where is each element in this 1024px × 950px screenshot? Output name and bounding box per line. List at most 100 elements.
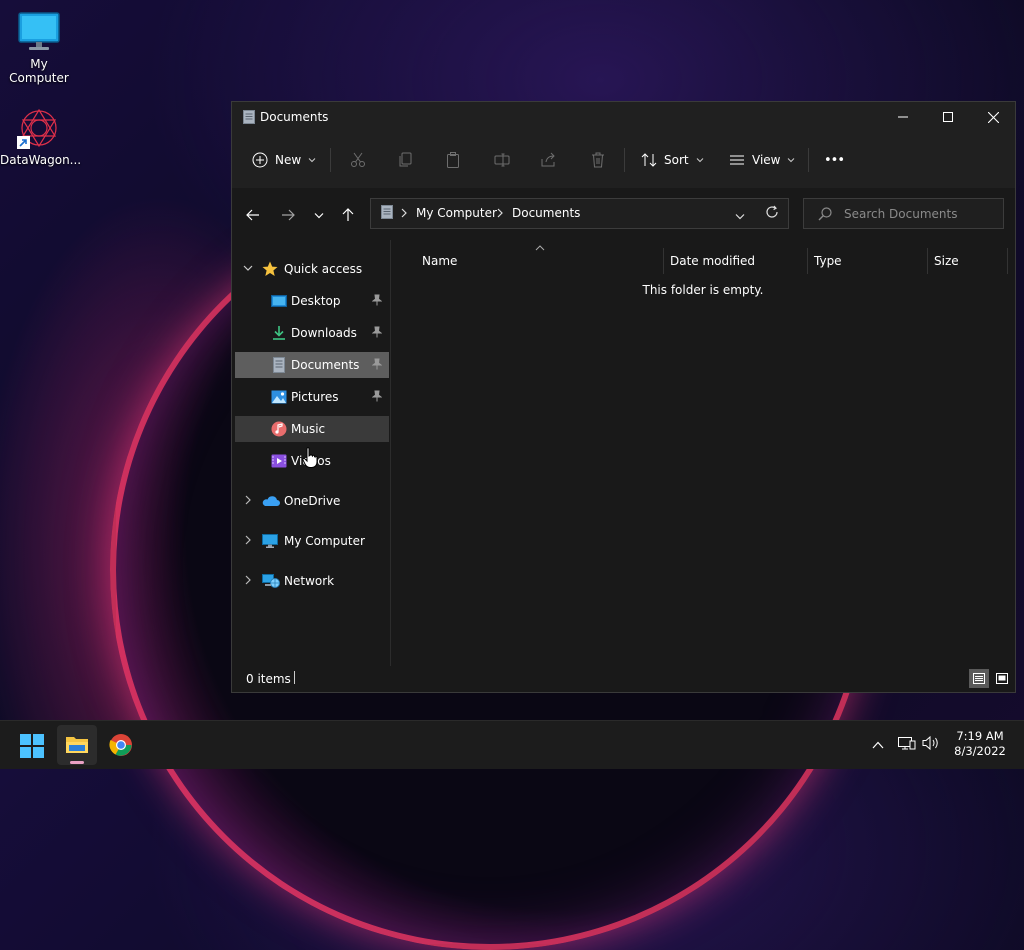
desktop-icon-my-computer[interactable]: My Computer — [0, 10, 78, 85]
sort-button[interactable]: Sort — [641, 132, 704, 188]
minimize-icon — [898, 116, 908, 118]
plus-circle-icon — [252, 152, 268, 168]
recent-locations-button[interactable] — [308, 204, 330, 226]
search-input[interactable] — [842, 205, 996, 223]
file-explorer-taskbar-button[interactable] — [57, 725, 97, 765]
empty-folder-message: This folder is empty. — [642, 283, 764, 297]
address-row: My Computer Documents — [232, 188, 1015, 240]
column-header-date-modified[interactable]: Date modified — [663, 248, 807, 274]
breadcrumb-documents[interactable]: Documents — [512, 206, 580, 220]
column-label: Date modified — [670, 254, 756, 268]
chevron-right-icon[interactable] — [243, 534, 253, 546]
chrome-icon[interactable] — [109, 733, 133, 760]
details-view-button[interactable] — [969, 669, 989, 688]
large-icons-view-icon — [996, 673, 1008, 684]
clock[interactable]: 7:19 AM 8/3/2022 — [944, 729, 1016, 759]
chevron-down-icon — [788, 158, 795, 163]
breadcrumb-my-computer[interactable]: My Computer — [416, 206, 497, 220]
address-history-button[interactable] — [735, 209, 745, 223]
search-icon — [818, 207, 832, 224]
refresh-button[interactable] — [765, 205, 779, 222]
new-button[interactable]: New — [252, 132, 316, 188]
minimize-button[interactable] — [880, 102, 926, 132]
column-label: Type — [814, 254, 842, 268]
volume-icon[interactable] — [922, 735, 940, 754]
nav-onedrive[interactable]: OneDrive — [235, 488, 389, 514]
nav-item-music[interactable]: Music — [235, 416, 389, 442]
sort-button-label: Sort — [664, 153, 689, 167]
nav-network[interactable]: Network — [235, 568, 389, 594]
paste-button[interactable] — [445, 132, 461, 188]
nav-quick-access[interactable]: Quick access — [235, 256, 389, 282]
file-explorer-icon — [66, 737, 88, 753]
more-options-icon: ••• — [824, 152, 845, 168]
status-divider — [294, 671, 295, 684]
share-button[interactable] — [541, 132, 557, 188]
view-button-label: View — [752, 153, 781, 167]
nav-label: Quick access — [284, 262, 363, 276]
taskbar: 7:19 AM 8/3/2022 — [0, 720, 1024, 769]
column-header-type[interactable]: Type — [807, 248, 927, 274]
clipboard-icon — [447, 152, 459, 168]
cut-button[interactable] — [350, 132, 366, 188]
pin-icon — [371, 294, 383, 309]
address-bar[interactable]: My Computer Documents — [370, 198, 789, 229]
view-button[interactable]: View — [729, 132, 795, 188]
chevron-right-icon[interactable] — [243, 574, 253, 586]
chevron-right-icon — [497, 207, 503, 221]
new-button-label: New — [275, 153, 302, 167]
desktop-icon-datawagon[interactable]: DataWagon... — [0, 106, 81, 167]
nav-label: Documents — [291, 358, 360, 372]
back-button[interactable] — [242, 204, 264, 226]
rename-button[interactable] — [494, 132, 510, 188]
title-bar[interactable]: Documents — [232, 102, 1015, 132]
up-button[interactable] — [337, 204, 359, 226]
forward-button[interactable] — [277, 204, 299, 226]
nav-label: Pictures — [291, 390, 339, 404]
toolbar-divider — [330, 148, 331, 172]
star-icon — [262, 261, 278, 277]
file-explorer-window: Documents New Sort View ••• My Computer … — [231, 101, 1016, 764]
pin-icon — [371, 358, 383, 373]
mouse-pointer-hand-icon — [302, 447, 318, 472]
file-list-pane[interactable]: Name Date modified Type Size This folder… — [391, 240, 1015, 764]
nav-item-documents[interactable]: Documents — [235, 352, 389, 378]
chevron-down-icon — [314, 212, 324, 218]
column-header-name[interactable]: Name — [422, 248, 662, 274]
sort-icon — [641, 153, 657, 167]
nav-label: My Computer — [284, 534, 365, 548]
search-box[interactable] — [803, 198, 1004, 229]
window-title: Documents — [260, 110, 329, 124]
nav-item-downloads[interactable]: Downloads — [235, 320, 389, 346]
maximize-button[interactable] — [925, 102, 971, 132]
nav-item-pictures[interactable]: Pictures — [235, 384, 389, 410]
chevron-right-icon[interactable] — [243, 494, 253, 506]
delete-button[interactable] — [590, 132, 606, 188]
nav-label: Desktop — [291, 294, 341, 308]
copy-button[interactable] — [398, 132, 414, 188]
copy-icon — [399, 152, 412, 167]
nav-my-computer[interactable]: My Computer — [235, 528, 389, 554]
nav-item-desktop[interactable]: Desktop — [235, 288, 389, 314]
see-more-button[interactable]: ••• — [824, 132, 845, 188]
chevron-down-icon — [308, 158, 316, 163]
column-label: Name — [422, 254, 458, 268]
show-hidden-icons-chevron-icon[interactable] — [872, 738, 884, 752]
command-bar: New Sort View ••• — [232, 132, 1015, 189]
arrow-left-icon — [246, 209, 259, 221]
refresh-icon — [766, 205, 778, 218]
chevron-down-icon — [735, 214, 745, 220]
column-header-size[interactable]: Size — [927, 248, 1008, 274]
network-status-icon[interactable] — [898, 735, 916, 754]
music-folder-icon — [271, 421, 287, 437]
chevron-down-icon[interactable] — [243, 262, 253, 274]
trash-icon — [592, 152, 604, 168]
large-icons-view-button[interactable] — [992, 669, 1012, 688]
pictures-folder-icon — [271, 389, 287, 405]
close-button[interactable] — [970, 102, 1016, 132]
item-count: 0 items — [246, 672, 291, 686]
windows-start-icon[interactable] — [20, 734, 44, 761]
clock-time: 7:19 AM — [956, 729, 1004, 743]
rename-icon — [494, 153, 510, 167]
monitor-icon — [17, 10, 61, 54]
